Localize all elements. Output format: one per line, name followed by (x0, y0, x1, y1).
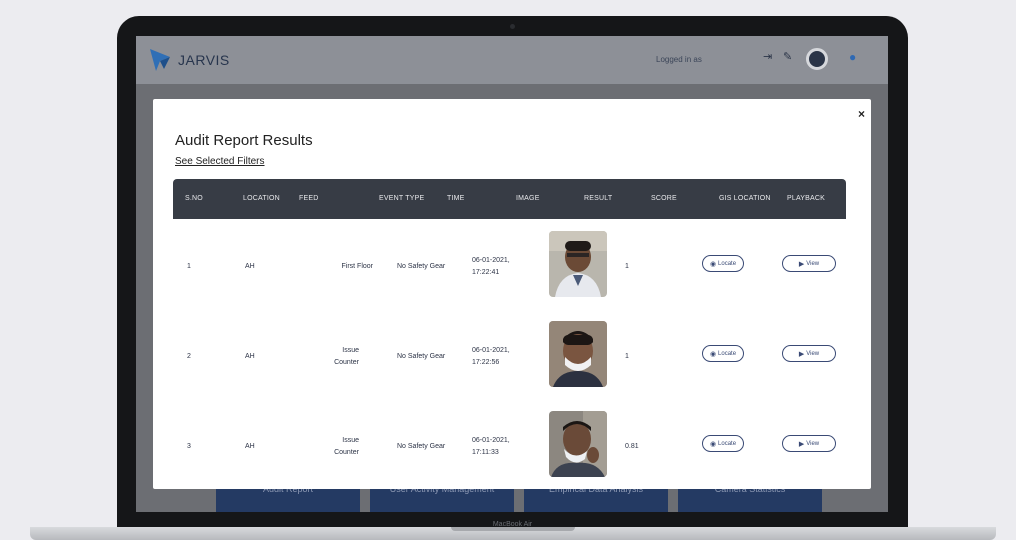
play-icon: ▶ (798, 350, 805, 358)
laptop-base (30, 527, 996, 540)
feed-line: Counter (334, 359, 359, 366)
time-clock: 17:22:56 (472, 359, 500, 366)
cell-event-type: No Safety Gear (397, 353, 446, 360)
time-date: 06-01-2021, (472, 437, 510, 444)
column-header: RESULT (584, 195, 613, 202)
app-title: JARVIS (178, 52, 230, 68)
feed-line: Issue (342, 437, 359, 444)
view-button[interactable]: ▶ View (782, 345, 836, 362)
event-thumbnail[interactable] (549, 321, 607, 387)
audit-results-modal: × Audit Report Results See Selected Filt… (153, 99, 871, 489)
locate-label: Locate (718, 260, 737, 267)
locate-label: Locate (718, 440, 737, 447)
locate-button[interactable]: ◉ Locate (702, 345, 744, 362)
location-pin-icon: ◉ (709, 440, 717, 448)
cell-feed: Issue Counter (321, 345, 359, 369)
cell-feed: First Floor (341, 263, 374, 270)
close-icon[interactable]: × (858, 107, 865, 121)
logout-icon[interactable]: ⇥ (763, 50, 772, 63)
column-header: EVENT TYPE (379, 195, 425, 202)
jarvis-logo-icon (150, 49, 170, 71)
cell-sno: 1 (187, 263, 191, 270)
cell-location: AH (245, 353, 255, 360)
table-row: 1 AH First Floor No Safety Gear 06-01-20… (173, 219, 846, 309)
laptop-bezel: JARVIS Logged in as ⇥ ✎ ● Audit Report U… (117, 16, 908, 536)
view-button[interactable]: ▶ View (782, 435, 836, 452)
table-header: S.NO LOCATION FEED EVENT TYPE TIME IMAGE… (173, 179, 846, 219)
event-thumbnail[interactable] (549, 411, 607, 477)
screen: JARVIS Logged in as ⇥ ✎ ● Audit Report U… (136, 36, 888, 512)
cell-location: AH (245, 263, 255, 270)
laptop-notch (451, 527, 575, 531)
view-button[interactable]: ▶ View (782, 255, 836, 272)
cell-time: 06-01-2021, 17:22:56 (472, 345, 510, 369)
view-label: View (806, 260, 820, 267)
camera-dot (510, 24, 515, 29)
time-date: 06-01-2021, (472, 347, 510, 354)
location-pin-icon: ◉ (709, 260, 717, 268)
table-row: 3 AH Issue Counter No Safety Gear 06-01-… (173, 399, 846, 489)
cell-sno: 2 (187, 353, 191, 360)
avatar-icon[interactable] (806, 48, 828, 70)
locate-label: Locate (718, 350, 737, 357)
feed-line: Issue (342, 347, 359, 354)
logged-in-label: Logged in as (656, 55, 702, 64)
wrench-icon[interactable]: ✎ (783, 50, 792, 63)
column-header: IMAGE (516, 195, 540, 202)
cell-score: 1 (625, 263, 629, 270)
cell-sno: 3 (187, 443, 191, 450)
cell-time: 06-01-2021, 17:11:33 (472, 435, 510, 459)
play-icon: ▶ (798, 440, 805, 448)
cell-feed: Issue Counter (321, 435, 359, 459)
column-header: PLAYBACK (787, 195, 826, 202)
feed-line: Counter (334, 449, 359, 456)
column-header: GIS LOCATION (719, 195, 771, 202)
view-label: View (806, 350, 820, 357)
event-thumbnail[interactable] (549, 231, 607, 297)
column-header: FEED (299, 195, 319, 202)
table-body: 1 AH First Floor No Safety Gear 06-01-20… (173, 219, 846, 489)
column-header: S.NO (185, 195, 203, 202)
cell-location: AH (245, 443, 255, 450)
play-icon: ▶ (798, 260, 805, 268)
column-header: TIME (447, 195, 465, 202)
table-row: 2 AH Issue Counter No Safety Gear 06-01-… (173, 309, 846, 399)
location-pin-icon: ◉ (709, 350, 717, 358)
mic-icon[interactable]: ● (849, 50, 865, 66)
time-clock: 17:11:33 (472, 449, 499, 456)
locate-button[interactable]: ◉ Locate (702, 255, 744, 272)
time-date: 06-01-2021, (472, 257, 510, 264)
locate-button[interactable]: ◉ Locate (702, 435, 744, 452)
see-selected-filters-link[interactable]: See Selected Filters (175, 156, 265, 167)
column-header: SCORE (651, 195, 677, 202)
app-bar: JARVIS Logged in as ⇥ ✎ ● (136, 36, 888, 84)
cell-score: 0.81 (625, 443, 639, 450)
modal-title: Audit Report Results (175, 132, 313, 149)
cell-event-type: No Safety Gear (397, 443, 446, 450)
cell-event-type: No Safety Gear (397, 263, 446, 270)
view-label: View (806, 440, 820, 447)
time-clock: 17:22:41 (472, 269, 500, 276)
cell-score: 1 (625, 353, 629, 360)
column-header: LOCATION (243, 195, 280, 202)
cell-time: 06-01-2021, 17:22:41 (472, 255, 510, 279)
